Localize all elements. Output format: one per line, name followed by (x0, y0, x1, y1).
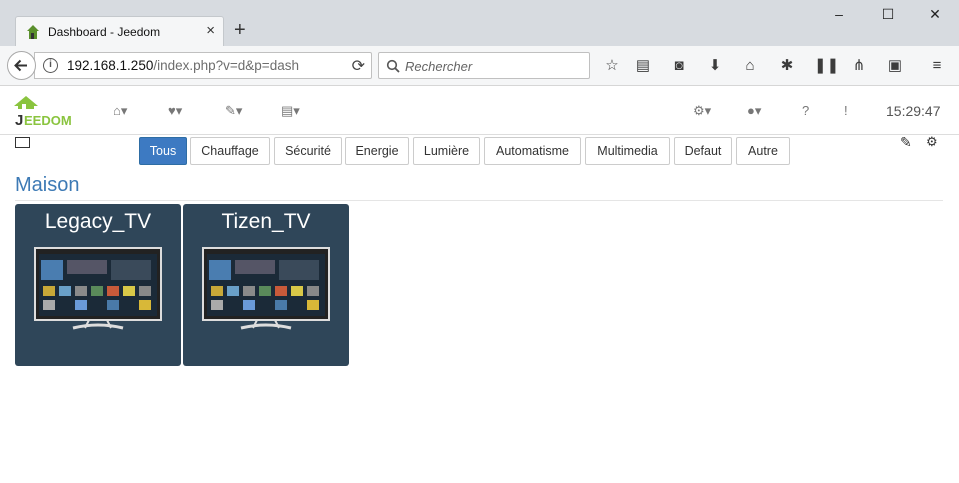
equipment-card-tizen-tv[interactable]: Tizen_TV (183, 204, 349, 366)
filter-automatisme[interactable]: Automatisme (484, 137, 581, 165)
filter-multimedia[interactable]: Multimedia (585, 137, 670, 165)
url-path: /index.php?v=d&p=dash (153, 58, 299, 73)
edit-pencil-icon[interactable]: ✎ (900, 134, 912, 151)
alert-icon[interactable]: ! (844, 103, 848, 118)
clock: 15:29:47 (886, 103, 941, 119)
url-bar[interactable]: i 192.168.1.250/index.php?v=d&p=dash ⟳ (34, 52, 372, 79)
reading-list-icon[interactable]: ▤ (634, 57, 652, 75)
gears-icon[interactable]: ⚙ (926, 134, 938, 150)
jeedom-logo[interactable]: J EEDOM (14, 95, 86, 127)
app-header: J EEDOM ⌂▾ ♥▾ ✎▾ ▤▾ ⚙▾ ●▾ ? ! 15:29:47 (0, 87, 959, 135)
image-toggle-icon[interactable] (15, 137, 30, 148)
settings-menu-icon[interactable]: ⚙▾ (693, 103, 711, 119)
filter-securite[interactable]: Sécurité (274, 137, 342, 165)
logo-text: EEDOM (24, 113, 72, 127)
analysis-menu-icon[interactable]: ♥▾ (168, 103, 182, 119)
help-icon[interactable]: ? (802, 103, 809, 118)
tab-close-icon[interactable]: × (206, 23, 215, 39)
bookmark-star-icon[interactable]: ☆ (603, 57, 621, 75)
new-tab-button[interactable]: + (234, 20, 246, 40)
filter-defaut[interactable]: Defaut (674, 137, 732, 165)
home-menu-icon[interactable]: ⌂▾ (113, 103, 127, 119)
back-arrow-icon (14, 59, 27, 72)
maximize-button[interactable]: ☐ (878, 6, 898, 23)
browser-toolbar: i 192.168.1.250/index.php?v=d&p=dash ⟳ R… (0, 46, 959, 86)
home-icon[interactable]: ⌂ (741, 57, 759, 75)
plugins-menu-icon[interactable]: ▤▾ (281, 103, 300, 119)
user-menu-icon[interactable]: ●▾ (747, 103, 761, 119)
equipment-card-legacy-tv[interactable]: Legacy_TV (15, 204, 181, 366)
hamburger-menu-icon[interactable]: ≡ (928, 57, 946, 75)
tv-icon (202, 247, 330, 330)
jeedom-favicon-icon (27, 25, 39, 39)
equipment-name[interactable]: Legacy_TV (15, 210, 181, 234)
filter-tous[interactable]: Tous (139, 137, 187, 165)
url-text: 192.168.1.250/index.php?v=d&p=dash (67, 58, 299, 73)
search-icon (386, 59, 400, 73)
download-icon[interactable]: ⬇ (706, 57, 724, 75)
equipment-name[interactable]: Tizen_TV (183, 210, 349, 234)
info-icon[interactable]: i (43, 58, 58, 73)
room-title[interactable]: Maison (15, 174, 79, 197)
close-window-button[interactable]: ✕ (925, 6, 945, 23)
footprints-icon[interactable]: ❚❚ (814, 57, 839, 75)
minimize-button[interactable]: – (829, 6, 849, 22)
filter-energie[interactable]: Energie (345, 137, 409, 165)
filter-lumiere[interactable]: Lumière (413, 137, 480, 165)
sitemap-icon[interactable]: ⋔ (850, 57, 868, 75)
pocket-icon[interactable]: ◙ (670, 57, 688, 75)
back-button[interactable] (7, 51, 36, 80)
extension-icon[interactable]: ▣ (886, 57, 904, 75)
logo-j: J (15, 112, 23, 127)
search-bar[interactable]: Rechercher (378, 52, 590, 79)
browser-tab[interactable]: Dashboard - Jeedom × (15, 16, 224, 46)
browser-tabstrip: Dashboard - Jeedom × + – ☐ ✕ (0, 0, 959, 46)
reload-icon[interactable]: ⟳ (352, 56, 365, 76)
filter-chauffage[interactable]: Chauffage (190, 137, 270, 165)
divider (15, 200, 943, 201)
tab-title: Dashboard - Jeedom (48, 25, 161, 39)
tools-menu-icon[interactable]: ✎▾ (225, 103, 242, 119)
tv-icon (34, 247, 162, 330)
search-placeholder: Rechercher (405, 59, 473, 74)
url-host: 192.168.1.250 (67, 58, 154, 73)
bug-icon[interactable]: ✱ (778, 57, 796, 75)
filter-autre[interactable]: Autre (736, 137, 790, 165)
